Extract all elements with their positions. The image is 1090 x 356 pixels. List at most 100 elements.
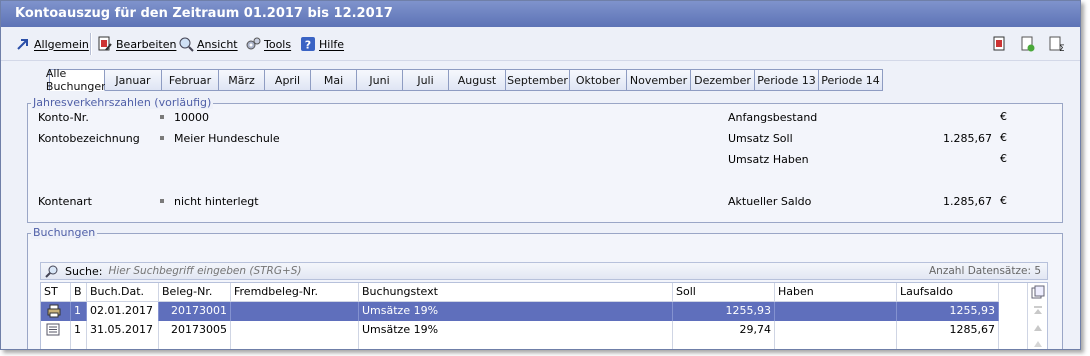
tab-juli[interactable]: Juli [403, 69, 449, 91]
menu-tools[interactable]: Tools [245, 35, 291, 53]
print-icon [41, 302, 71, 321]
tab-periode-13[interactable]: Periode 13 [755, 69, 819, 91]
column-header-laufsaldo[interactable]: Laufsaldo [897, 283, 999, 302]
column-header-buchdat[interactable]: Buch.Dat. [87, 283, 159, 302]
cell-b: 1 [71, 321, 87, 340]
edit-doc-icon [97, 36, 113, 52]
column-header-b[interactable]: B [71, 283, 87, 302]
annual-figures-legend: Jahresverkehrszahlen (vorläufig) [31, 96, 214, 109]
tab-oktober[interactable]: Oktober [570, 69, 627, 91]
scroll-up-icon[interactable] [1032, 323, 1044, 333]
cell-text: Umsätze 19% [359, 302, 673, 321]
gear-icon [245, 36, 261, 52]
tab-november[interactable]: November [627, 69, 691, 91]
kontoauszug-window: Kontoauszug für den Zeitraum 01.2017 bis… [0, 0, 1081, 350]
search-input[interactable] [108, 265, 929, 277]
bullet-icon [160, 136, 164, 140]
tab-maerz[interactable]: März [219, 69, 265, 91]
table-header: ST B Buch.Dat. Beleg-Nr. Fremdbeleg-Nr. … [41, 283, 999, 302]
anfangsbestand-label: Anfangsbestand [728, 111, 818, 124]
umsatz-soll-value: 1.285,67 [943, 132, 992, 145]
sum-document-icon[interactable]: Σ [1047, 35, 1065, 53]
bookings-panel: Buchungen Suche: Anzahl Datensätze: 5 ST… [27, 227, 1063, 349]
tab-april[interactable]: April [265, 69, 311, 91]
cell-date: 31.05.2017 [87, 321, 159, 340]
column-header-soll[interactable]: Soll [673, 283, 775, 302]
bezeichnung-value: Meier Hundeschule [174, 132, 280, 145]
annual-figures-panel: Jahresverkehrszahlen (vorläufig) Konto-N… [27, 97, 1063, 223]
cell-soll: 1255,93 [673, 302, 775, 321]
cell-haben [775, 302, 897, 321]
tab-dezember[interactable]: Dezember [691, 69, 755, 91]
cell-beleg: 20173001 [159, 302, 231, 321]
column-header-haben[interactable]: Haben [775, 283, 897, 302]
tab-juni[interactable]: Juni [357, 69, 403, 91]
umsatz-soll-label: Umsatz Soll [728, 132, 793, 145]
svg-text:Σ: Σ [1059, 44, 1064, 52]
currency-symbol: € [1000, 194, 1007, 207]
copy-document-icon[interactable] [991, 35, 1009, 53]
cell-soll: 29,74 [673, 321, 775, 340]
tab-september[interactable]: September [506, 69, 570, 91]
help-icon: ? [300, 36, 316, 52]
kontenart-value: nicht hinterlegt [174, 195, 259, 208]
cell-date: 02.01.2017 [87, 302, 159, 321]
list-icon [41, 321, 71, 340]
table-row-empty [41, 340, 999, 349]
cell-text: Umsätze 19% [359, 321, 673, 340]
saldo-label: Aktueller Saldo [728, 195, 812, 208]
record-count: Anzahl Datensätze: 5 [929, 265, 1041, 277]
umsatz-haben-label: Umsatz Haben [728, 153, 809, 166]
arrow-icon [15, 36, 31, 52]
scroll-top-icon[interactable] [1032, 305, 1044, 317]
table-row[interactable]: 1 31.05.2017 20173005 Umsätze 19% 29,74 … [41, 321, 999, 340]
konto-value: 10000 [174, 111, 209, 124]
menu-bearbeiten[interactable]: Bearbeiten [97, 35, 176, 53]
search-icon[interactable] [45, 263, 61, 279]
bookings-table: ST B Buch.Dat. Beleg-Nr. Fremdbeleg-Nr. … [40, 282, 1048, 349]
konto-label: Konto-Nr. [38, 111, 89, 124]
tab-februar[interactable]: Februar [162, 69, 219, 91]
kontenart-label: Kontenart [38, 195, 92, 208]
menu-hilfe[interactable]: ? Hilfe [300, 35, 344, 53]
menu-separator [90, 33, 92, 55]
cell-saldo: 1285,67 [897, 321, 999, 340]
bullet-icon [160, 115, 164, 119]
search-bar: Suche: Anzahl Datensätze: 5 [40, 262, 1048, 280]
menu-ansicht[interactable]: Ansicht [178, 35, 238, 53]
column-header-fremdbelegnr[interactable]: Fremdbeleg-Nr. [231, 283, 359, 302]
column-header-belegnr[interactable]: Beleg-Nr. [159, 283, 231, 302]
tab-alle-buchungen[interactable]: Alle Buchungen [46, 67, 108, 93]
window-title: Kontoauszug für den Zeitraum 01.2017 bis… [1, 1, 1080, 27]
cell-fremdbeleg [231, 302, 359, 321]
menu-allgemein[interactable]: Allgemein [15, 35, 89, 53]
bullet-icon [160, 199, 164, 203]
cell-fremdbeleg [231, 321, 359, 340]
magnifier-icon [178, 36, 194, 52]
svg-text:?: ? [305, 39, 311, 52]
tab-januar[interactable]: Januar [105, 69, 162, 91]
bezeichnung-label: Kontobezeichnung [38, 132, 140, 145]
saldo-value: 1.285,67 [943, 195, 992, 208]
currency-symbol: € [1000, 110, 1007, 123]
tab-mai[interactable]: Mai [311, 69, 357, 91]
currency-symbol: € [1000, 131, 1007, 144]
column-chooser-icon[interactable] [1031, 285, 1045, 299]
column-header-buchungstext[interactable]: Buchungstext [359, 283, 673, 302]
column-header-st[interactable]: ST [41, 283, 71, 302]
vertical-scrollbar[interactable] [1027, 283, 1047, 349]
search-label: Suche: [65, 264, 103, 278]
currency-symbol: € [1000, 152, 1007, 165]
period-tabs: Alle Buchungen Januar Februar März April… [46, 67, 883, 93]
approve-document-icon[interactable] [1019, 35, 1037, 53]
cell-b: 1 [71, 302, 87, 321]
cell-haben [775, 321, 897, 340]
cell-saldo: 1255,93 [897, 302, 999, 321]
menu-bar: Allgemein Bearbeiten Ansicht Tools ? Hil [1, 27, 1080, 61]
tab-periode-14[interactable]: Periode 14 [819, 69, 883, 91]
scroll-up-icon[interactable] [1032, 339, 1044, 349]
bookings-legend: Buchungen [31, 226, 98, 239]
table-row[interactable]: 1 02.01.2017 20173001 Umsätze 19% 1255,9… [41, 302, 999, 321]
tab-august[interactable]: August [449, 69, 506, 91]
cell-beleg: 20173005 [159, 321, 231, 340]
